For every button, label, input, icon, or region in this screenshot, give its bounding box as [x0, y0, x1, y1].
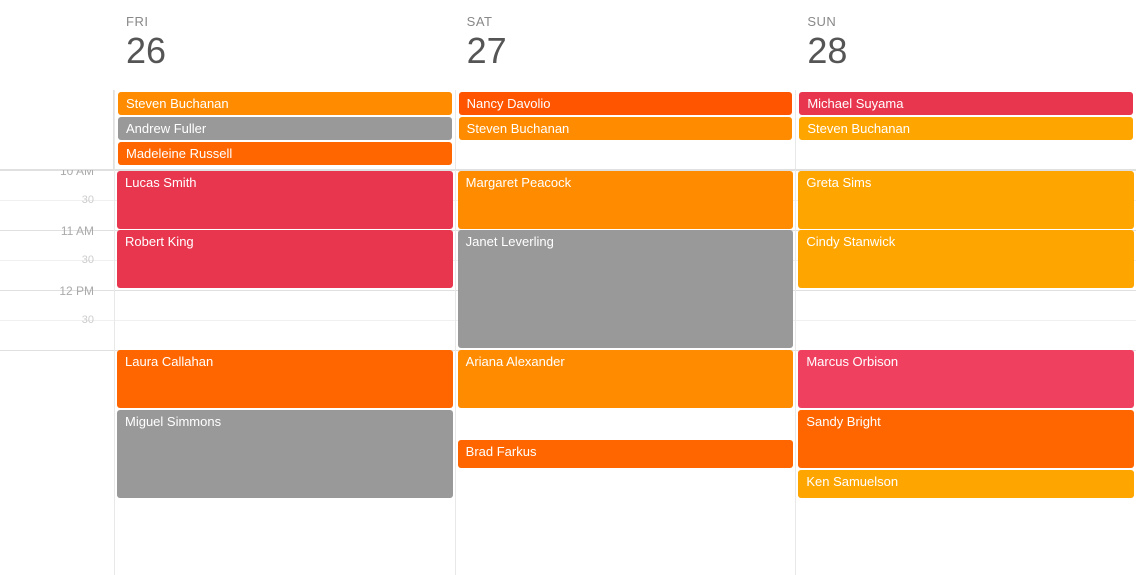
event-laura-callahan[interactable]: Laura Callahan	[117, 350, 453, 408]
day-number-sat: 27	[467, 33, 784, 69]
allday-event[interactable]: Nancy Davolio	[459, 92, 793, 115]
event-ariana-alexander[interactable]: Ariana Alexander	[458, 350, 794, 408]
time-label-1230: 30	[0, 320, 114, 350]
event-cindy-stanwick[interactable]: Cindy Stanwick	[798, 230, 1134, 288]
event-sandy-bright[interactable]: Sandy Bright	[798, 410, 1134, 468]
allday-col-fri: Steven Buchanan Andrew Fuller Madeleine …	[114, 90, 455, 169]
event-margaret-peacock[interactable]: Margaret Peacock	[458, 171, 794, 229]
allday-event[interactable]: Steven Buchanan	[118, 92, 452, 115]
day-header-sun: SUN 28	[795, 0, 1136, 90]
grid-row	[115, 320, 455, 350]
day-number-fri: 26	[126, 33, 443, 69]
allday-col-sun: Michael Suyama Steven Buchanan	[795, 90, 1136, 169]
allday-event[interactable]: Michael Suyama	[799, 92, 1133, 115]
time-gutter-header	[0, 0, 114, 90]
grid-row	[796, 320, 1136, 350]
calendar: FRI 26 SAT 27 SUN 28 Steven Buchanan And…	[0, 0, 1136, 575]
time-gutter: 10 AM 30 11 AM 30 12 PM 30	[0, 170, 114, 575]
event-brad-farkus[interactable]: Brad Farkus	[458, 440, 794, 468]
grid-row	[115, 290, 455, 320]
event-miguel-simmons[interactable]: Miguel Simmons	[117, 410, 453, 498]
day-headers: FRI 26 SAT 27 SUN 28	[0, 0, 1136, 90]
day-header-sat: SAT 27	[455, 0, 796, 90]
allday-row: Steven Buchanan Andrew Fuller Madeleine …	[0, 90, 1136, 170]
day-number-sun: 28	[807, 33, 1124, 69]
time-label-extra	[0, 350, 114, 380]
event-greta-sims[interactable]: Greta Sims	[798, 171, 1134, 229]
event-marcus-orbison[interactable]: Marcus Orbison	[798, 350, 1134, 408]
allday-col-sat: Nancy Davolio Steven Buchanan	[455, 90, 796, 169]
day-name-sun: SUN	[807, 14, 1124, 29]
timed-col-sat: Margaret Peacock Janet Leverling Ariana …	[455, 170, 796, 575]
day-name-fri: FRI	[126, 14, 443, 29]
timed-col-sun: Greta Sims Cindy Stanwick Marcus Orbison…	[795, 170, 1136, 575]
day-header-fri: FRI 26	[114, 0, 455, 90]
event-lucas-smith[interactable]: Lucas Smith	[117, 171, 453, 229]
day-name-sat: SAT	[467, 14, 784, 29]
timed-col-fri: Lucas Smith Robert King Laura Callahan M…	[114, 170, 455, 575]
timed-body: 10 AM 30 11 AM 30 12 PM 30	[0, 170, 1136, 575]
allday-gutter	[0, 90, 114, 169]
allday-event[interactable]: Steven Buchanan	[799, 117, 1133, 140]
grid-row	[796, 290, 1136, 320]
event-janet-leverling[interactable]: Janet Leverling	[458, 230, 794, 348]
allday-event[interactable]: Andrew Fuller	[118, 117, 452, 140]
allday-event[interactable]: Madeleine Russell	[118, 142, 452, 165]
allday-event[interactable]: Steven Buchanan	[459, 117, 793, 140]
event-ken-samuelson[interactable]: Ken Samuelson	[798, 470, 1134, 498]
event-robert-king[interactable]: Robert King	[117, 230, 453, 288]
